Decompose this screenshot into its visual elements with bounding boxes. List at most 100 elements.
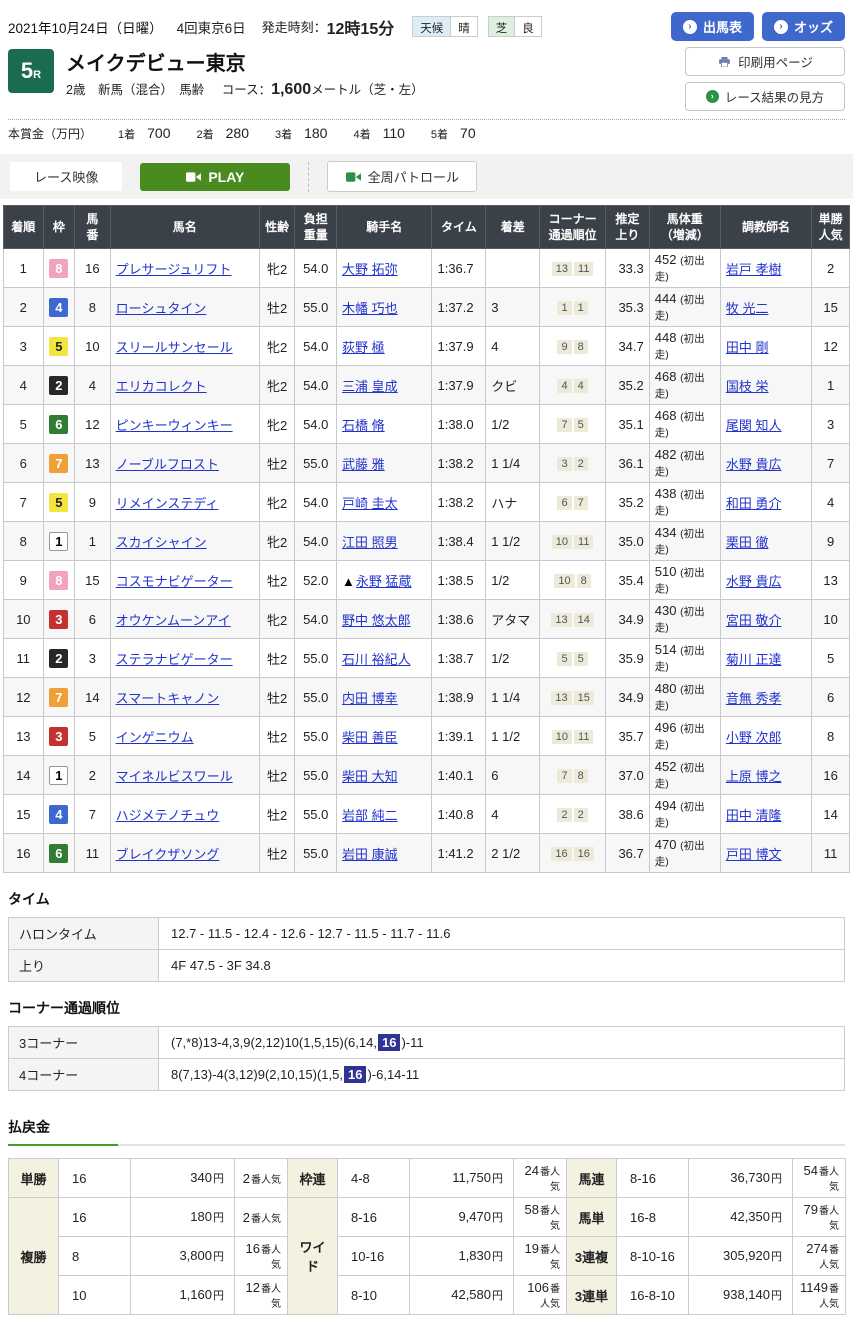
cell-trainer: 上原 博之 [720, 756, 811, 795]
results-header-row: 着順枠馬番馬名性齢負担重量騎手名タイム着差コーナー通過順位推定上り馬体重（増減）… [4, 206, 850, 249]
horse-link[interactable]: インゲニウム [116, 730, 194, 745]
cell-time: 1:37.9 [432, 366, 486, 405]
jockey-link[interactable]: 荻野 極 [342, 340, 385, 355]
jockey-link[interactable]: 石川 裕紀人 [342, 652, 411, 667]
horse-link[interactable]: ステラナビゲーター [116, 652, 233, 667]
trainer-link[interactable]: 尾関 知人 [726, 418, 782, 433]
cell-finish-position: 13 [4, 717, 44, 756]
horse-link[interactable]: スマートキャノン [116, 691, 220, 706]
trainer-link[interactable]: 上原 博之 [726, 769, 782, 784]
horse-link[interactable]: リメインステディ [116, 496, 219, 511]
horse-link[interactable]: プレサージュリフト [116, 262, 232, 277]
horse-link[interactable]: ローシュタイン [116, 301, 207, 316]
first-run-note: (初出走) [655, 255, 705, 283]
cell-jockey: 荻野 極 [337, 327, 432, 366]
arrow-circle-icon: › [774, 20, 788, 34]
horse-link[interactable]: コスモナビゲーター [116, 574, 233, 589]
payout-amount: 9,470円 [410, 1198, 514, 1237]
cell-horse-number: 5 [75, 717, 111, 756]
cell-horse-weight: 510 (初出走) [649, 561, 720, 600]
trainer-link[interactable]: 岩戸 孝樹 [726, 262, 782, 277]
cell-sex-age: 牡2 [259, 756, 295, 795]
corner4-value: 8(7,13)-4(3,12)9(2,10,15)(1,5,16)-6,14-1… [159, 1059, 845, 1091]
corner-position: 11 [574, 535, 593, 549]
cell-horse-weight: 480 (初出走) [649, 678, 720, 717]
corner-section: コーナー通過順位 3コーナー (7,*8)13-4,3,9(2,12)10(1,… [0, 998, 853, 1091]
cell-jockey: 柴田 大知 [337, 756, 432, 795]
last-furlongs-row: 上り 4F 47.5 - 3F 34.8 [9, 950, 845, 982]
cell-carried-weight: 52.0 [295, 561, 337, 600]
cell-horse-name: ローシュタイン [110, 288, 259, 327]
entries-button[interactable]: › 出馬表 [671, 12, 754, 41]
cell-finish-position: 8 [4, 522, 44, 561]
result-guide-button[interactable]: › レース結果の見方 [685, 82, 845, 111]
trainer-link[interactable]: 小野 次郎 [726, 730, 782, 745]
first-run-note: (初出走) [655, 684, 705, 712]
jockey-link[interactable]: 岩部 純二 [342, 808, 398, 823]
horse-link[interactable]: ピンキーウィンキー [116, 418, 233, 433]
corner4-label: 4コーナー [9, 1059, 159, 1091]
jockey-link[interactable]: 三浦 皇成 [342, 379, 398, 394]
jockey-link[interactable]: 戸崎 圭太 [342, 496, 398, 511]
cell-finish-position: 12 [4, 678, 44, 717]
corner-position: 16 [574, 847, 594, 861]
horse-link[interactable]: スリールサンセール [116, 340, 233, 355]
jockey-link[interactable]: 石橋 脩 [342, 418, 385, 433]
jockey-link[interactable]: 江田 照男 [342, 535, 398, 550]
cell-carried-weight: 55.0 [295, 834, 337, 873]
condition-badges: 天候 晴 芝 良 [412, 16, 542, 37]
odds-button[interactable]: › オッズ [762, 12, 845, 41]
trainer-link[interactable]: 宮田 敬介 [726, 613, 782, 628]
trainer-link[interactable]: 水野 貴広 [726, 457, 782, 472]
cell-win-popularity: 10 [812, 600, 850, 639]
prize-item: 4着110 [353, 126, 404, 141]
jockey-link[interactable]: 永野 猛蔵 [356, 574, 412, 589]
horse-link[interactable]: マイネルビスワール [116, 769, 233, 784]
prize-place: 2着 [197, 129, 214, 141]
trainer-link[interactable]: 水野 貴広 [726, 574, 782, 589]
trainer-link[interactable]: 牧 光二 [726, 301, 769, 316]
payout-amount: 305,920円 [689, 1237, 793, 1276]
result-row: 1547ハジメテノチュウ牡255.0岩部 純二1:40.842238.6494 … [4, 795, 850, 834]
trainer-link[interactable]: 国枝 栄 [726, 379, 769, 394]
video-camera-icon [186, 172, 201, 182]
horse-link[interactable]: エリカコレクト [116, 379, 207, 394]
corner-position: 8 [574, 340, 588, 354]
horse-link[interactable]: スカイシャイン [116, 535, 207, 550]
payout-popularity: 79番人気 [793, 1198, 846, 1237]
jockey-link[interactable]: 木幡 巧也 [342, 301, 398, 316]
trainer-link[interactable]: 栗田 徹 [726, 535, 769, 550]
trainer-link[interactable]: 音無 秀孝 [726, 691, 782, 706]
horse-link[interactable]: ハジメテノチュウ [116, 808, 220, 823]
frame-badge: 5 [49, 493, 68, 512]
jockey-link[interactable]: 武藤 雅 [342, 457, 385, 472]
trainer-link[interactable]: 田中 剛 [726, 340, 769, 355]
payout-combo: 8-10 [338, 1276, 410, 1315]
cell-horse-weight: 434 (初出走) [649, 522, 720, 561]
corner-position: 5 [574, 652, 588, 666]
trainer-link[interactable]: 和田 勇介 [726, 496, 782, 511]
jockey-link[interactable]: 大野 拓弥 [342, 262, 398, 277]
jockey-link[interactable]: 柴田 善臣 [342, 730, 398, 745]
cell-margin: 1 1/2 [486, 522, 540, 561]
weather-label: 天候 [413, 17, 451, 36]
print-page-button[interactable]: 印刷用ページ [685, 47, 845, 76]
horse-link[interactable]: ノーブルフロスト [116, 457, 219, 472]
jockey-link[interactable]: 岩田 康誠 [342, 847, 398, 862]
horse-link[interactable]: オウケンムーンアイ [116, 613, 231, 628]
trainer-link[interactable]: 戸田 博文 [726, 847, 782, 862]
cell-win-popularity: 11 [812, 834, 850, 873]
trainer-link[interactable]: 田中 清隆 [726, 808, 782, 823]
play-button[interactable]: PLAY [140, 163, 290, 191]
trainer-link[interactable]: 菊川 正達 [726, 652, 782, 667]
cell-horse-name: ステラナビゲーター [110, 639, 259, 678]
horse-link[interactable]: ブレイクザソング [116, 847, 220, 862]
patrol-video-button[interactable]: 全周パトロール [327, 161, 477, 192]
jockey-link[interactable]: 野中 悠太郎 [342, 613, 411, 628]
jockey-link[interactable]: 柴田 大知 [342, 769, 398, 784]
jockey-link[interactable]: 内田 博幸 [342, 691, 398, 706]
column-header-margin: 着差 [486, 206, 540, 249]
corner-position: 10 [552, 535, 572, 549]
cell-horse-number: 8 [75, 288, 111, 327]
cell-margin [486, 249, 540, 288]
